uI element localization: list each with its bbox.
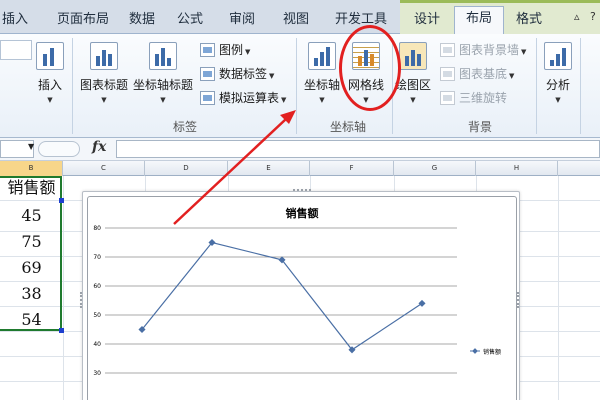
annotation-arrow-layer (173, 110, 296, 225)
annotation-arrow (173, 118, 287, 225)
excel-window: 插入 页面布局 数据 公式 审阅 视图 开发工具 设计 布局 格式 ▵ ? 插入… (0, 0, 600, 400)
